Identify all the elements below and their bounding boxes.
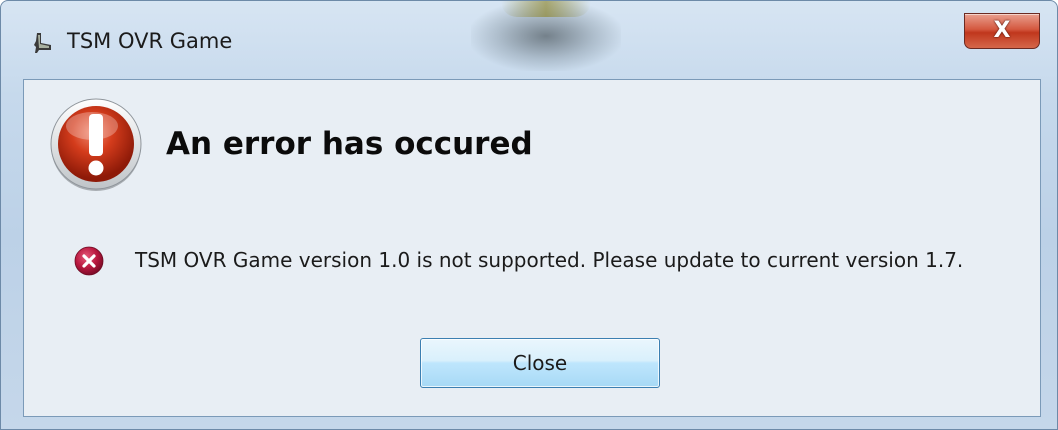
title-bar[interactable]: TSM OVR Game X (1, 1, 1057, 79)
window-title: TSM OVR Game (67, 29, 233, 53)
dialog-window: TSM OVR Game X An error has occured TSM … (0, 0, 1058, 430)
error-message: TSM OVR Game version 1.0 is not supporte… (135, 248, 964, 272)
error-x-icon (74, 246, 104, 276)
window-close-button[interactable]: X (964, 13, 1040, 49)
error-heading: An error has occured (166, 126, 533, 162)
exclamation-icon (48, 96, 144, 192)
dialog-content: An error has occured TSM OVR Game versio… (23, 79, 1041, 417)
close-icon: X (993, 18, 1011, 43)
app-icon (31, 31, 55, 55)
close-button[interactable]: Close (420, 338, 660, 388)
